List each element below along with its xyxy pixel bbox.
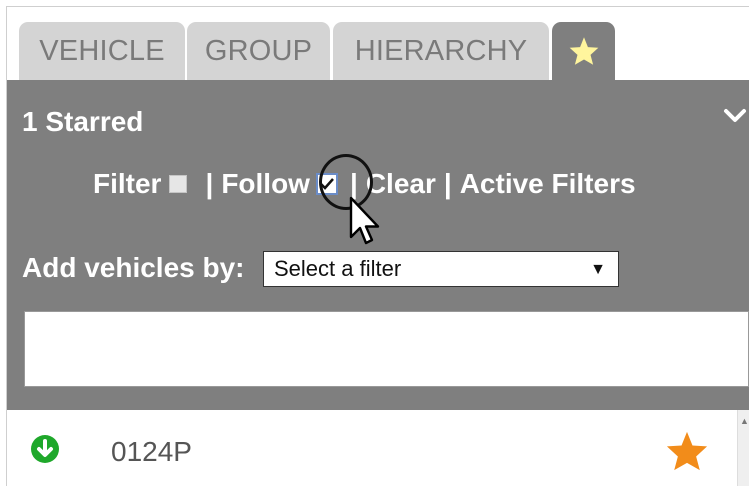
tab-group[interactable]: GROUP <box>187 22 330 80</box>
scrollbar[interactable]: ▲ <box>737 410 749 486</box>
scroll-up-icon[interactable]: ▲ <box>740 416 749 426</box>
filter-label[interactable]: Filter <box>93 168 161 200</box>
separator: | <box>443 168 452 199</box>
mouse-pointer-icon <box>349 196 380 245</box>
tab-vehicle[interactable]: VEHICLE <box>19 22 185 80</box>
add-vehicles-label: Add vehicles by: <box>22 252 245 283</box>
tab-starred[interactable] <box>552 22 615 80</box>
filter-select[interactable]: Select a filter ▼ <box>263 251 619 287</box>
filter-checkbox[interactable] <box>169 175 188 193</box>
separator: | <box>205 168 214 199</box>
dropdown-arrow-icon: ▼ <box>590 261 606 278</box>
panel-header: 1 Starred <box>22 106 144 137</box>
follow-label[interactable]: Follow <box>221 168 310 200</box>
star-icon[interactable] <box>665 430 709 472</box>
down-arrow-circle-icon <box>31 435 59 463</box>
frame-border-top <box>6 6 749 7</box>
filter-select-value: Select a filter <box>274 256 402 281</box>
vehicle-input-box[interactable] <box>24 311 749 387</box>
list-item[interactable]: 0124P <box>7 410 737 486</box>
star-icon <box>569 37 598 65</box>
chevron-down-icon[interactable] <box>723 106 747 126</box>
vehicle-id: 0124P <box>111 436 192 467</box>
tab-hierarchy[interactable]: HIERARCHY <box>333 22 549 80</box>
active-filters-link[interactable]: Active Filters <box>460 168 636 200</box>
